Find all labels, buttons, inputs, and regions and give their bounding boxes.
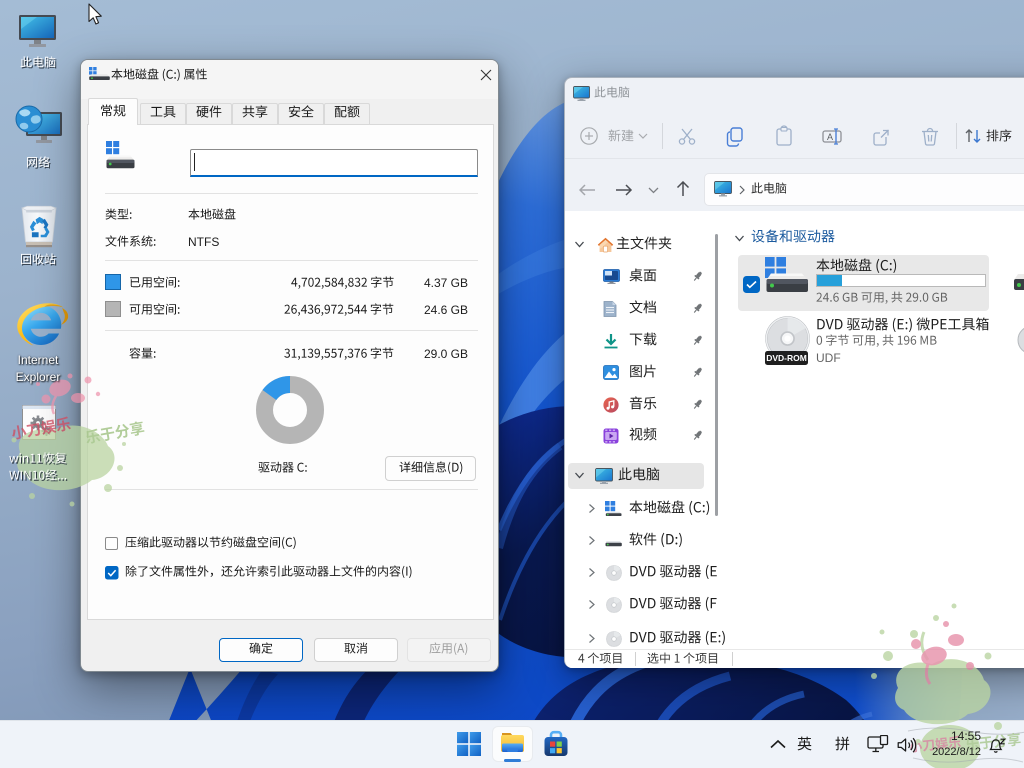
svg-text:A: A [827,132,833,142]
